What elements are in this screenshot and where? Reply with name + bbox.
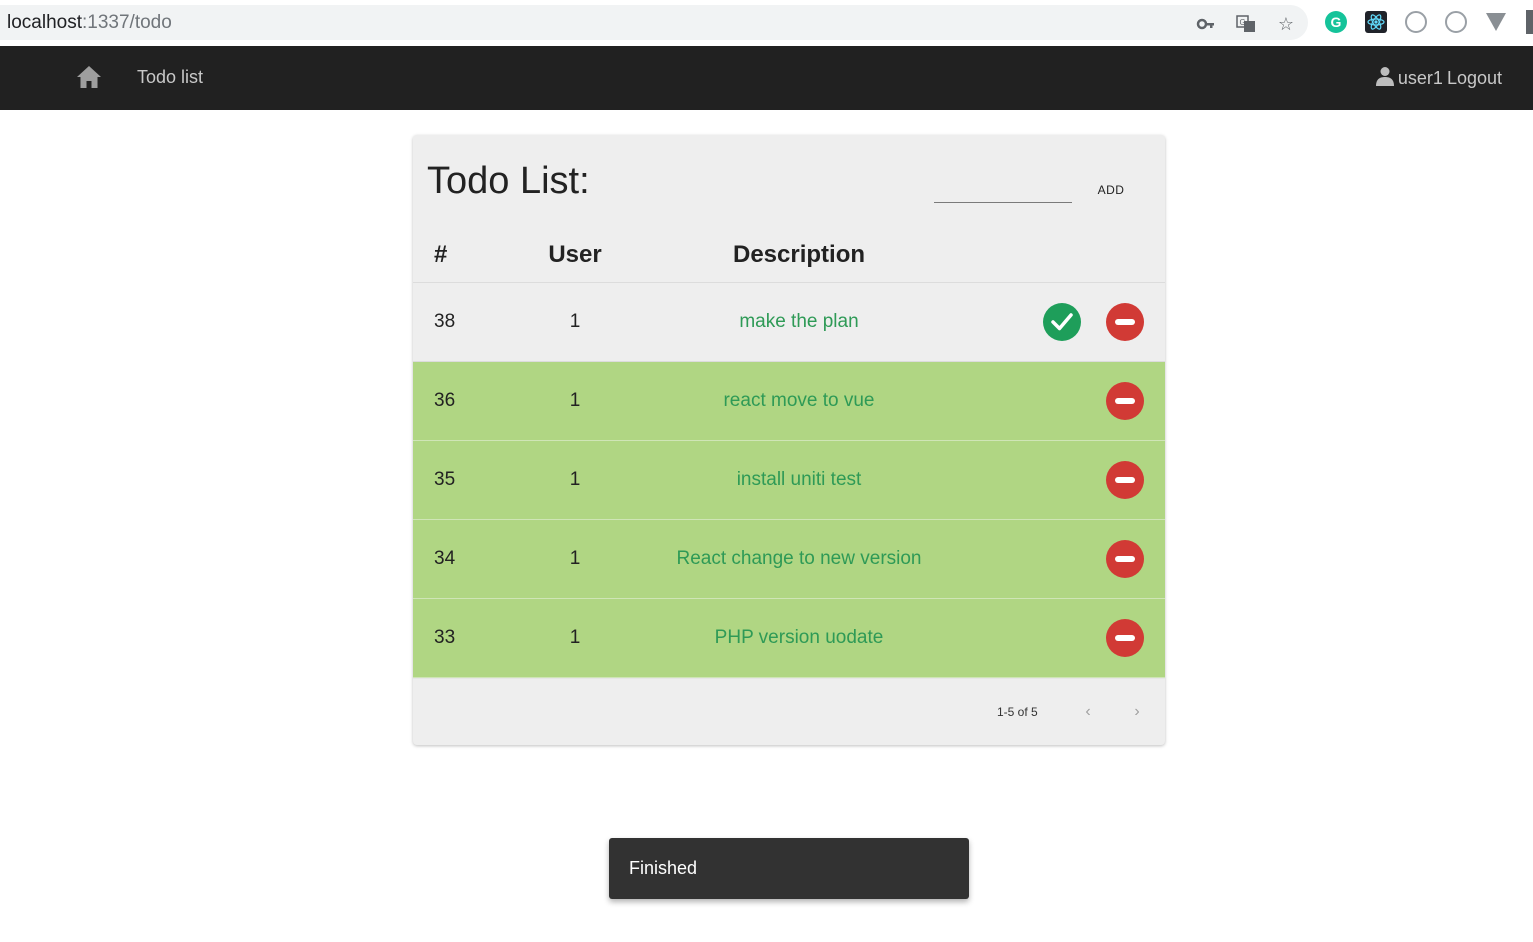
- new-todo-input[interactable]: [934, 183, 1072, 203]
- row-user: 1: [569, 548, 581, 569]
- snackbar: Finished: [609, 838, 969, 899]
- reader-icon[interactable]: [1445, 11, 1467, 33]
- chevron-right-icon[interactable]: ›: [1126, 701, 1148, 723]
- chevron-left-icon[interactable]: ‹: [1077, 701, 1099, 723]
- table-row: 34 1 React change to new version: [413, 520, 1165, 599]
- table-header: # User Description: [413, 235, 1165, 283]
- star-icon[interactable]: ☆: [1276, 14, 1296, 34]
- add-button[interactable]: ADD: [1089, 179, 1133, 201]
- row-user: 1: [569, 469, 581, 490]
- react-devtools-icon[interactable]: [1365, 11, 1387, 33]
- menu-icon[interactable]: [1526, 10, 1533, 34]
- column-header-description: Description: [732, 241, 866, 268]
- table-row: 35 1 install uniti test: [413, 441, 1165, 520]
- row-user: 1: [569, 627, 581, 648]
- row-description: make the plan: [739, 311, 859, 332]
- snackbar-message: Finished: [629, 858, 698, 878]
- url-host: localhost: [7, 12, 82, 33]
- username-label: user1: [1397, 68, 1443, 88]
- delete-button[interactable]: [1106, 461, 1144, 499]
- todo-card: Todo List: ADD # User Description 38 1 m…: [413, 135, 1165, 745]
- grammarly-extension-icon[interactable]: G: [1325, 11, 1347, 33]
- mark-done-button[interactable]: [1043, 303, 1081, 341]
- vue-devtools-icon[interactable]: [1486, 13, 1506, 31]
- row-user: 1: [569, 311, 581, 332]
- key-icon[interactable]: [1196, 14, 1216, 34]
- row-description: install uniti test: [736, 469, 862, 490]
- column-header-id: #: [434, 241, 448, 268]
- row-description: React change to new version: [676, 548, 922, 569]
- delete-button[interactable]: [1106, 303, 1144, 341]
- pagination-range: 1-5 of 5: [997, 705, 1038, 719]
- row-id: 35: [434, 469, 456, 490]
- extension-icon[interactable]: [1405, 11, 1427, 33]
- delete-button[interactable]: [1106, 382, 1144, 420]
- table-row: 36 1 react move to vue: [413, 362, 1165, 441]
- url-path: :1337/todo: [82, 12, 172, 33]
- nav-todo-list-link[interactable]: Todo list: [137, 67, 203, 88]
- row-user: 1: [569, 390, 581, 411]
- row-id: 33: [434, 627, 456, 648]
- delete-button[interactable]: [1106, 619, 1144, 657]
- delete-button[interactable]: [1106, 540, 1144, 578]
- row-id: 38: [434, 311, 456, 332]
- check-icon: [1051, 313, 1073, 331]
- table-row: 38 1 make the plan: [413, 283, 1165, 362]
- home-icon[interactable]: [76, 64, 102, 90]
- user-menu: user1 Logout: [1375, 66, 1502, 91]
- column-header-user: User: [548, 241, 602, 268]
- page-title: Todo List:: [427, 160, 590, 202]
- url-text[interactable]: localhost:1337/todo: [7, 12, 172, 34]
- row-description: react move to vue: [723, 390, 875, 411]
- app-navbar: Todo list user1 Logout: [0, 46, 1533, 110]
- table-body: 38 1 make the plan 36 1 react move to vu…: [413, 283, 1165, 678]
- table-row: 33 1 PHP version uodate: [413, 599, 1165, 678]
- translate-icon[interactable]: G: [1236, 14, 1256, 34]
- row-id: 36: [434, 390, 456, 411]
- row-description: PHP version uodate: [714, 627, 884, 648]
- browser-toolbar: localhost:1337/todo G ☆ G: [0, 0, 1533, 46]
- row-id: 34: [434, 548, 456, 569]
- pagination: 1-5 of 5 ‹ ›: [413, 678, 1165, 745]
- svg-text:G: G: [1240, 18, 1246, 27]
- logout-link[interactable]: Logout: [1447, 68, 1502, 89]
- user-icon: [1375, 66, 1394, 91]
- address-bar[interactable]: localhost:1337/todo G ☆: [0, 5, 1308, 40]
